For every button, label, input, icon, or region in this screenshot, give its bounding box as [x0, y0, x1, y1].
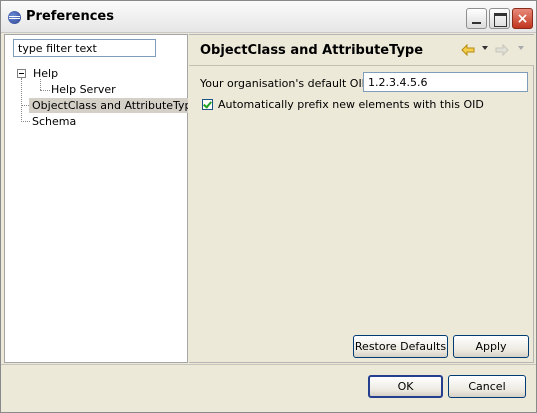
- tree-item-schema[interactable]: Schema: [32, 114, 76, 129]
- tree-connector: [40, 90, 50, 91]
- bottom-divider: [1, 364, 536, 365]
- back-dropdown-icon[interactable]: [482, 46, 488, 50]
- restore-defaults-button[interactable]: Restore Defaults: [353, 335, 448, 358]
- oid-label: Your organisation's default OID:: [200, 77, 374, 90]
- tree-item-objectclass-attributetype[interactable]: ObjectClass and AttributeType: [29, 98, 202, 113]
- page-title: ObjectClass and AttributeType: [200, 43, 424, 58]
- window-title: Preferences: [26, 9, 114, 24]
- tree-connector: [21, 121, 30, 122]
- page-header: ObjectClass and AttributeType: [189, 35, 534, 66]
- collapse-toggle-icon[interactable]: [17, 69, 26, 78]
- app-icon: [8, 11, 21, 24]
- back-arrow-icon[interactable]: [461, 43, 475, 57]
- maximize-button[interactable]: [489, 8, 510, 29]
- default-oid-field[interactable]: [363, 72, 528, 92]
- tree-item-help[interactable]: Help: [33, 66, 58, 81]
- forward-dropdown-icon[interactable]: [518, 46, 524, 50]
- tree-connector: [21, 78, 22, 122]
- tree-connector: [21, 105, 29, 106]
- ok-button[interactable]: OK: [368, 375, 443, 398]
- preferences-window: Preferences × Help Help Server ObjectCla…: [0, 0, 537, 413]
- prefix-oid-label[interactable]: Automatically prefix new elements with t…: [218, 98, 484, 111]
- forward-arrow-icon[interactable]: [495, 43, 509, 57]
- cancel-button[interactable]: Cancel: [448, 375, 526, 398]
- preference-tree-pane: Help Help Server ObjectClass and Attribu…: [4, 34, 202, 363]
- tree-item-help-server[interactable]: Help Server: [51, 82, 116, 97]
- minimize-button[interactable]: [466, 8, 487, 29]
- preference-tree: Help Help Server ObjectClass and Attribu…: [5, 35, 202, 362]
- preference-page: ObjectClass and AttributeType Your organ…: [189, 34, 534, 363]
- apply-button[interactable]: Apply: [453, 335, 529, 358]
- close-button[interactable]: ×: [512, 8, 533, 29]
- prefix-oid-checkbox[interactable]: [202, 99, 213, 110]
- title-bar[interactable]: Preferences ×: [1, 1, 536, 33]
- close-icon: ×: [516, 11, 529, 27]
